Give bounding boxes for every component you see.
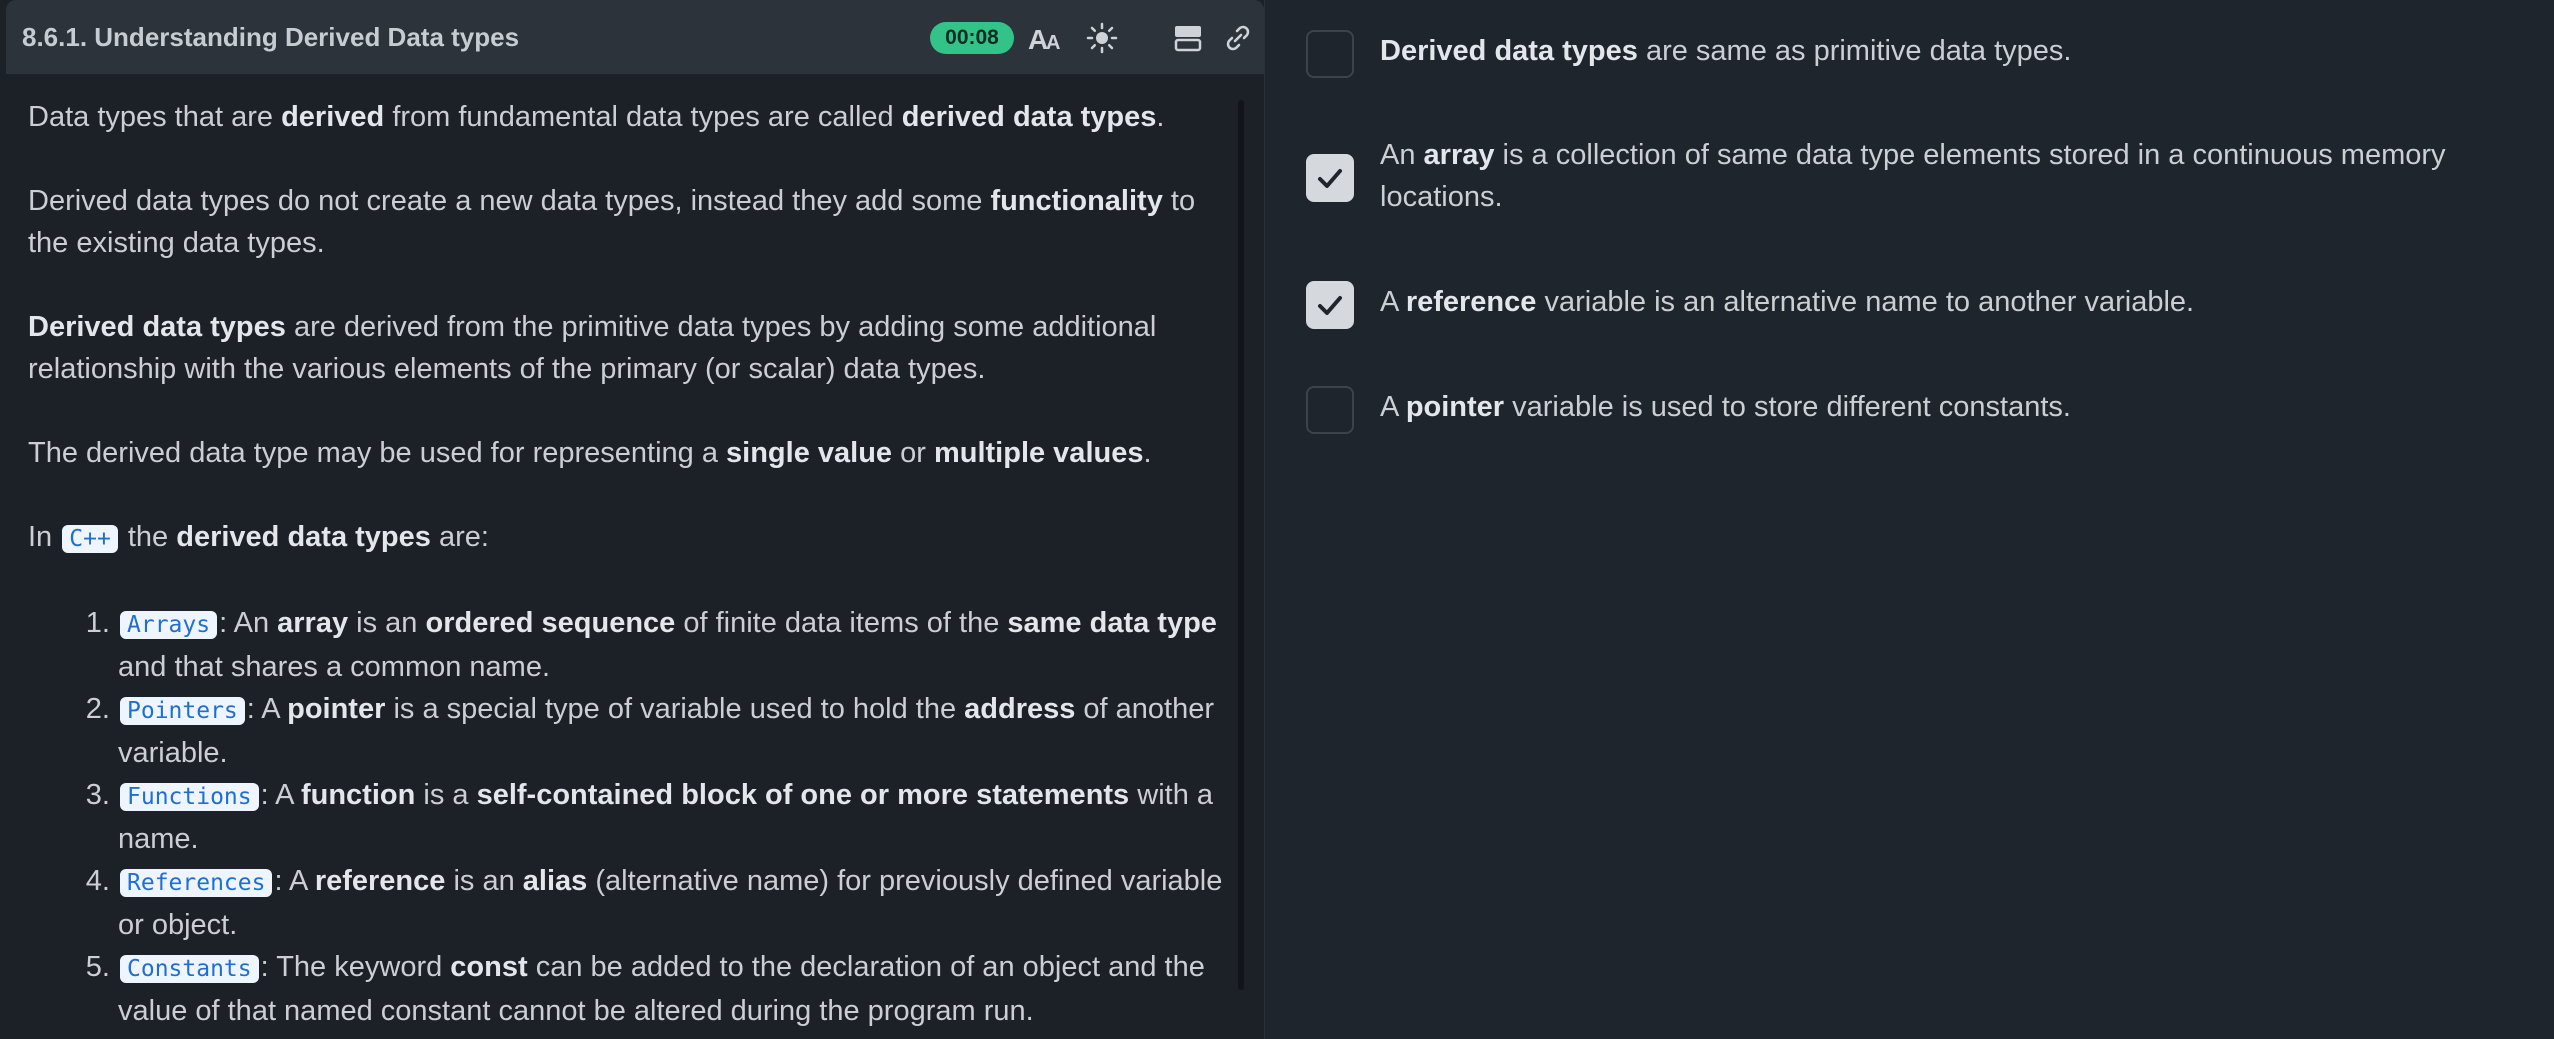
option-3-checkbox[interactable] <box>1306 281 1354 329</box>
lesson-header: 8.6.1. Understanding Derived Data types … <box>6 0 1264 74</box>
paragraph-1: Data types that are derived from fundame… <box>28 96 1228 138</box>
emphasis: derived <box>281 101 385 133</box>
list-item: Constants: The keyword const can be adde… <box>118 946 1228 1032</box>
emphasis: same data type <box>1007 607 1217 639</box>
option-2-checkbox[interactable] <box>1306 154 1354 202</box>
text: : A <box>274 865 315 897</box>
option-1-checkbox[interactable] <box>1306 30 1354 78</box>
emphasis: address <box>964 693 1076 725</box>
emphasis: alias <box>522 865 588 897</box>
text: : An <box>219 607 278 639</box>
timer-badge: 00:08 <box>930 22 1014 54</box>
text: or <box>892 437 934 469</box>
emphasis: pointer <box>1405 391 1505 423</box>
check-icon <box>1318 296 1342 315</box>
inline-code: Pointers <box>120 697 245 725</box>
text: : A <box>260 779 301 811</box>
paragraph-5: In C++ the derived data types are: <box>28 516 1228 560</box>
check-icon <box>1318 169 1342 188</box>
inline-code: C++ <box>62 525 118 553</box>
inline-code: Arrays <box>120 611 218 639</box>
option-4-checkbox[interactable] <box>1306 386 1354 434</box>
list-item: Arrays: An array is an ordered sequence … <box>118 602 1228 688</box>
emphasis: array <box>277 607 349 639</box>
lesson-panel: 8.6.1. Understanding Derived Data types … <box>0 0 1265 1039</box>
derived-types-list: Arrays: An array is an ordered sequence … <box>28 602 1228 1032</box>
scrollbar[interactable] <box>1238 100 1244 990</box>
text: from fundamental data types are called <box>384 101 902 133</box>
lesson-title: 8.6.1. Understanding Derived Data types <box>22 22 520 52</box>
text: are: <box>430 521 489 553</box>
inline-code: References <box>120 869 273 897</box>
emphasis: const <box>450 951 528 983</box>
list-item: References: A reference is an alias (alt… <box>118 860 1228 946</box>
app-frame: 8.6.1. Understanding Derived Data types … <box>0 0 2554 1039</box>
emphasis: array <box>1423 139 1495 171</box>
list-item: Functions: A function is a self-containe… <box>118 774 1228 860</box>
text: is an <box>445 865 523 897</box>
text: Derived data types do not create a new d… <box>28 185 991 217</box>
text: and that shares a common name. <box>118 651 551 683</box>
text: is an <box>348 607 426 639</box>
option-1-text[interactable]: Derived data types are same as primitive… <box>1380 30 2500 72</box>
list-item: Pointers: A pointer is a special type of… <box>118 688 1228 774</box>
inline-code: Constants <box>120 955 259 983</box>
text: An <box>1380 139 1424 171</box>
emphasis: single value <box>726 437 893 469</box>
text: is a collection of same data type elemen… <box>1380 139 2446 213</box>
quiz-panel: Derived data types are same as primitive… <box>1266 0 2554 1039</box>
text: is a special type of variable used to ho… <box>385 693 965 725</box>
text: . <box>1143 437 1152 469</box>
paragraph-4: The derived data type may be used for re… <box>28 432 1228 474</box>
layout-icon[interactable] <box>1168 18 1208 58</box>
text: variable is used to store different cons… <box>1504 391 2071 423</box>
theme-toggle-icon[interactable] <box>1082 18 1122 58</box>
text: A <box>1380 391 1406 423</box>
emphasis: ordered sequence <box>425 607 676 639</box>
emphasis: reference <box>1405 286 1537 318</box>
emphasis: function <box>300 779 416 811</box>
text: The derived data type may be used for re… <box>28 437 727 469</box>
emphasis: multiple values <box>933 437 1144 469</box>
text: . <box>1156 101 1165 133</box>
font-size-icon[interactable]: A A <box>1026 18 1066 58</box>
text: Data types that are <box>28 101 282 133</box>
option-3-text[interactable]: A reference variable is an alternative n… <box>1380 281 2500 323</box>
text: variable is an alternative name to anoth… <box>1536 286 2195 318</box>
emphasis: functionality <box>990 185 1163 217</box>
svg-text:A: A <box>1046 32 1060 53</box>
emphasis: Derived data types <box>28 311 286 343</box>
text: : The keyword <box>260 951 451 983</box>
option-2-text[interactable]: An array is a collection of same data ty… <box>1380 134 2500 218</box>
text: of finite data items of the <box>675 607 1008 639</box>
text: : A <box>246 693 288 725</box>
lesson-content: Data types that are derived from fundame… <box>28 96 1228 1032</box>
text: are same as primitive data types. <box>1637 35 2072 67</box>
inline-code: Functions <box>120 783 259 811</box>
paragraph-2: Derived data types do not create a new d… <box>28 180 1228 264</box>
emphasis: derived data types <box>901 101 1157 133</box>
link-icon[interactable] <box>1218 18 1258 58</box>
emphasis: self-contained block of one or more stat… <box>476 779 1130 811</box>
text: A <box>1380 286 1406 318</box>
text: the <box>119 521 177 553</box>
emphasis: pointer <box>287 693 386 725</box>
paragraph-3: Derived data types are derived from the … <box>28 306 1228 390</box>
text: In <box>28 521 61 553</box>
emphasis: Derived data types <box>1380 35 1638 67</box>
emphasis: reference <box>314 865 446 897</box>
emphasis: derived data types <box>176 521 431 553</box>
text: is a <box>415 779 477 811</box>
option-4-text[interactable]: A pointer variable is used to store diff… <box>1380 386 2500 428</box>
